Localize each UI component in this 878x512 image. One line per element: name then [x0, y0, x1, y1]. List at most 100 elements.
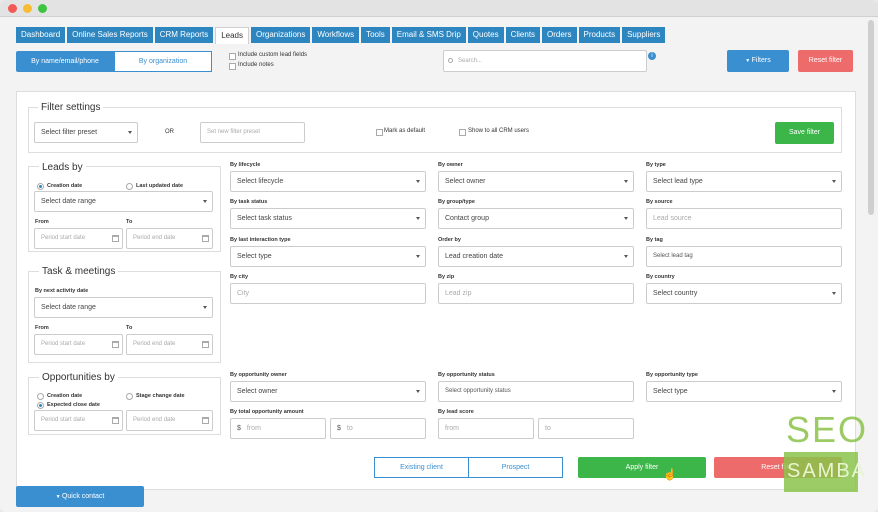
city-label: By city — [230, 274, 249, 280]
tab-organizations[interactable]: Organizations — [250, 27, 311, 43]
apply-filter-button[interactable]: Apply filter — [578, 457, 706, 478]
leads-from-label: From — [35, 219, 49, 225]
include-notes-checkbox[interactable] — [229, 63, 236, 70]
leads-date-range-select[interactable]: Select date range — [34, 191, 213, 212]
filter-preset-select[interactable]: Select filter preset — [34, 122, 138, 143]
opp-start-date-input[interactable]: Period start date — [34, 410, 123, 431]
prospect-button[interactable]: Prospect — [468, 457, 563, 478]
order-by-value: Lead creation date — [445, 253, 503, 260]
tab-clients[interactable]: Clients — [505, 27, 541, 43]
owner-value: Select owner — [445, 178, 486, 185]
tab-products[interactable]: Products — [578, 27, 621, 43]
task-status-select[interactable]: Select task status — [230, 208, 426, 229]
opp-end-placeholder: Period end date — [133, 417, 176, 423]
calendar-icon — [112, 235, 119, 242]
calendar-icon — [112, 341, 119, 348]
stage-change-radio[interactable] — [126, 393, 133, 400]
existing-client-button[interactable]: Existing client — [374, 457, 469, 478]
tab-orders[interactable]: Orders — [542, 27, 577, 43]
opp-type-select[interactable]: Select type — [646, 381, 842, 402]
mouse-cursor-icon: ☝ — [663, 469, 677, 481]
quick-contact-button[interactable]: ▼ Quick contact — [16, 486, 144, 507]
scrollbar[interactable] — [868, 20, 874, 215]
score-from-input[interactable]: from — [438, 418, 534, 439]
show-all-label: Show to all CRM users — [468, 128, 530, 134]
zip-input[interactable]: Lead zip — [438, 283, 634, 304]
watermark-samba: SAMBA — [787, 460, 868, 482]
amount-to-input[interactable]: $ to — [330, 418, 426, 439]
filter-settings-box — [28, 107, 842, 153]
minimize-window-button[interactable] — [23, 4, 32, 13]
tab-quotes[interactable]: Quotes — [467, 27, 504, 43]
leads-end-date-input[interactable]: Period end date — [126, 228, 213, 249]
tab-tools[interactable]: Tools — [361, 27, 390, 43]
country-select[interactable]: Select country — [646, 283, 842, 304]
calendar-icon — [202, 417, 209, 424]
amount-from-placeholder: from — [246, 425, 261, 432]
owner-label: By owner — [438, 162, 463, 168]
currency-label: $ — [237, 425, 241, 432]
lifecycle-select[interactable]: Select lifecycle — [230, 171, 426, 192]
source-input[interactable]: Lead source — [646, 208, 842, 229]
last-updated-radio[interactable] — [126, 183, 133, 190]
tab-online-sales-reports[interactable]: Online Sales Reports — [67, 27, 153, 43]
chevron-down-icon — [203, 200, 207, 203]
close-window-button[interactable] — [8, 4, 17, 13]
group-select[interactable]: Contact group — [438, 208, 634, 229]
include-custom-checkbox[interactable] — [229, 53, 236, 60]
city-input[interactable]: City — [230, 283, 426, 304]
opp-creation-radio[interactable] — [37, 393, 44, 400]
opp-status-input[interactable]: Select opportunity status — [438, 381, 634, 402]
new-preset-input[interactable]: Set new filter preset — [200, 122, 305, 143]
opp-end-date-input[interactable]: Period end date — [126, 410, 213, 431]
leads-by-title: Leads by — [39, 162, 86, 173]
tab-email-sms-drip[interactable]: Email & SMS Drip — [391, 27, 466, 43]
watermark-seo: SEO — [786, 409, 869, 450]
by-organization-button[interactable]: By organization — [114, 51, 212, 72]
main-nav: Dashboard Online Sales Reports CRM Repor… — [16, 27, 666, 44]
tab-crm-reports[interactable]: CRM Reports — [154, 27, 214, 43]
group-value: Contact group — [445, 215, 489, 222]
chevron-down-icon — [624, 255, 628, 258]
score-to-input[interactable]: to — [538, 418, 634, 439]
tab-dashboard[interactable]: Dashboard — [16, 27, 66, 43]
interaction-value: Select type — [237, 253, 272, 260]
save-filter-button[interactable]: Save filter — [775, 122, 834, 144]
filters-label: Filters — [751, 57, 771, 64]
filters-button[interactable]: ▼ Filters — [727, 50, 789, 72]
type-select[interactable]: Select lead type — [646, 171, 842, 192]
search-input[interactable]: Search... — [443, 50, 647, 72]
chevron-down-icon — [203, 306, 207, 309]
mark-default-checkbox[interactable] — [376, 129, 383, 136]
amount-from-input[interactable]: $ from — [230, 418, 326, 439]
task-end-date-input[interactable]: Period end date — [126, 334, 213, 355]
opportunities-title: Opportunities by — [39, 372, 118, 383]
info-icon[interactable]: i — [648, 52, 656, 60]
maximize-window-button[interactable] — [38, 4, 47, 13]
chevron-down-icon — [624, 180, 628, 183]
owner-select[interactable]: Select owner — [438, 171, 634, 192]
chevron-down-icon — [416, 255, 420, 258]
creation-date-radio[interactable] — [37, 183, 44, 190]
expected-close-radio[interactable] — [37, 402, 44, 409]
lifecycle-label: By lifecycle — [230, 162, 261, 168]
order-by-select[interactable]: Lead creation date — [438, 246, 634, 267]
score-label: By lead score — [438, 409, 474, 415]
task-start-date-input[interactable]: Period start date — [34, 334, 123, 355]
interaction-select[interactable]: Select type — [230, 246, 426, 267]
order-by-label: Order by — [438, 237, 461, 243]
leads-start-date-input[interactable]: Period start date — [34, 228, 123, 249]
tag-input[interactable]: Select lead tag — [646, 246, 842, 267]
lifecycle-value: Select lifecycle — [237, 178, 284, 185]
opp-owner-select[interactable]: Select owner — [230, 381, 426, 402]
task-status-value: Select task status — [237, 215, 292, 222]
show-all-checkbox[interactable] — [459, 129, 466, 136]
by-name-button[interactable]: By name/email/phone — [16, 51, 114, 72]
task-date-range-select[interactable]: Select date range — [34, 297, 213, 318]
tab-suppliers[interactable]: Suppliers — [622, 27, 666, 43]
tab-leads[interactable]: Leads — [215, 27, 249, 44]
include-notes-label: Include notes — [238, 62, 274, 68]
task-end-placeholder: Period end date — [133, 341, 176, 347]
reset-filter-top-button[interactable]: Reset filter — [798, 50, 853, 72]
tab-workflows[interactable]: Workflows — [312, 27, 360, 43]
